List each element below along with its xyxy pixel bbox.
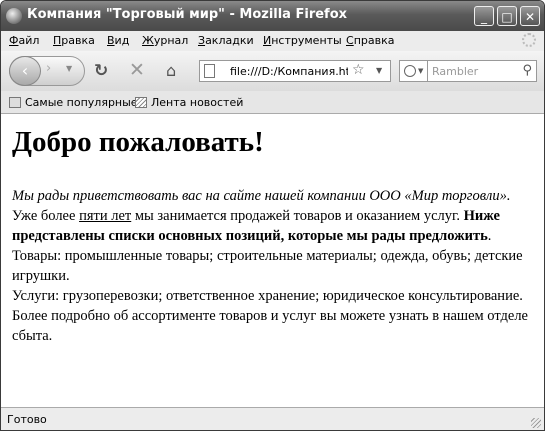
status-bar: Готово bbox=[1, 407, 544, 430]
page-icon bbox=[204, 64, 215, 78]
address-bar[interactable]: file:///D:/Компания.htm ☆ ▼ bbox=[199, 60, 391, 82]
status-text: Готово bbox=[7, 413, 47, 426]
intro-italic: Мы рады приветствовать вас на сайте наше… bbox=[12, 188, 511, 204]
close-button[interactable]: ✕ bbox=[520, 6, 540, 26]
globe-icon bbox=[404, 65, 416, 77]
navigation-toolbar: ‹ › ▼ ↻ ✕ ⌂ file:///D:/Компания.htm ☆ ▼ … bbox=[1, 51, 544, 91]
throbber-icon bbox=[522, 33, 536, 47]
menu-bar: Файл Правка Вид Журнал Закладки Инструме… bbox=[1, 31, 544, 51]
url-dropdown-icon[interactable]: ▼ bbox=[376, 66, 382, 75]
star-icon[interactable]: ☆ bbox=[352, 62, 365, 78]
goods-line: Товары: промышленные товары; строительны… bbox=[12, 248, 523, 284]
home-icon[interactable]: ⌂ bbox=[166, 61, 176, 80]
engine-dropdown-icon: ▼ bbox=[418, 67, 424, 75]
intro-paragraph: Мы рады приветствовать вас на сайте наше… bbox=[12, 188, 528, 344]
rss-icon bbox=[135, 97, 147, 108]
maximize-button[interactable]: □ bbox=[497, 6, 517, 26]
bookmark-folder-icon bbox=[9, 97, 21, 108]
menu-file[interactable]: Файл bbox=[9, 34, 39, 47]
title-bar: Компания "Торговый мир" - Mozilla Firefo… bbox=[1, 1, 544, 31]
url-text[interactable]: file:///D:/Компания.htm bbox=[230, 65, 348, 78]
services-line: Услуги: грузоперевозки; ответственное хр… bbox=[12, 288, 528, 344]
menu-view[interactable]: Вид bbox=[107, 34, 129, 47]
stop-icon[interactable]: ✕ bbox=[129, 59, 145, 81]
search-icon[interactable]: ⚲ bbox=[522, 63, 532, 78]
back-icon[interactable]: ‹ bbox=[9, 56, 41, 86]
resize-grip-icon[interactable] bbox=[531, 418, 541, 428]
minimize-button[interactable]: _ bbox=[474, 6, 494, 26]
reload-icon[interactable]: ↻ bbox=[94, 61, 108, 81]
menu-history[interactable]: Журнал bbox=[142, 34, 188, 47]
menu-help[interactable]: Справка bbox=[346, 34, 394, 47]
menu-bookmarks[interactable]: Закладки bbox=[198, 34, 254, 47]
window-title: Компания "Торговый мир" - Mozilla Firefo… bbox=[27, 7, 348, 22]
firefox-icon bbox=[6, 8, 22, 24]
page-content: Добро пожаловать! Мы рады приветствовать… bbox=[1, 114, 544, 407]
forward-icon[interactable]: › bbox=[46, 61, 51, 76]
page-heading: Добро пожаловать! bbox=[12, 126, 264, 158]
five-years-link[interactable]: пяти лет bbox=[79, 208, 131, 224]
search-placeholder: Rambler bbox=[432, 65, 479, 78]
bookmarks-toolbar: Самые популярные Лента новостей bbox=[1, 91, 544, 114]
menu-edit[interactable]: Правка bbox=[53, 34, 95, 47]
menu-tools[interactable]: Инструменты bbox=[263, 34, 342, 47]
bookmark-news-feed[interactable]: Лента новостей bbox=[135, 96, 243, 109]
browser-window: Компания "Торговый мир" - Mozilla Firefo… bbox=[0, 0, 545, 431]
search-engine-selector[interactable]: ▼ bbox=[399, 60, 427, 82]
history-dropdown-icon[interactable]: ▼ bbox=[66, 64, 72, 73]
back-forward-group: ‹ › ▼ bbox=[9, 56, 85, 86]
bookmark-most-visited[interactable]: Самые популярные bbox=[9, 96, 138, 109]
search-input[interactable]: Rambler ⚲ bbox=[427, 60, 537, 82]
